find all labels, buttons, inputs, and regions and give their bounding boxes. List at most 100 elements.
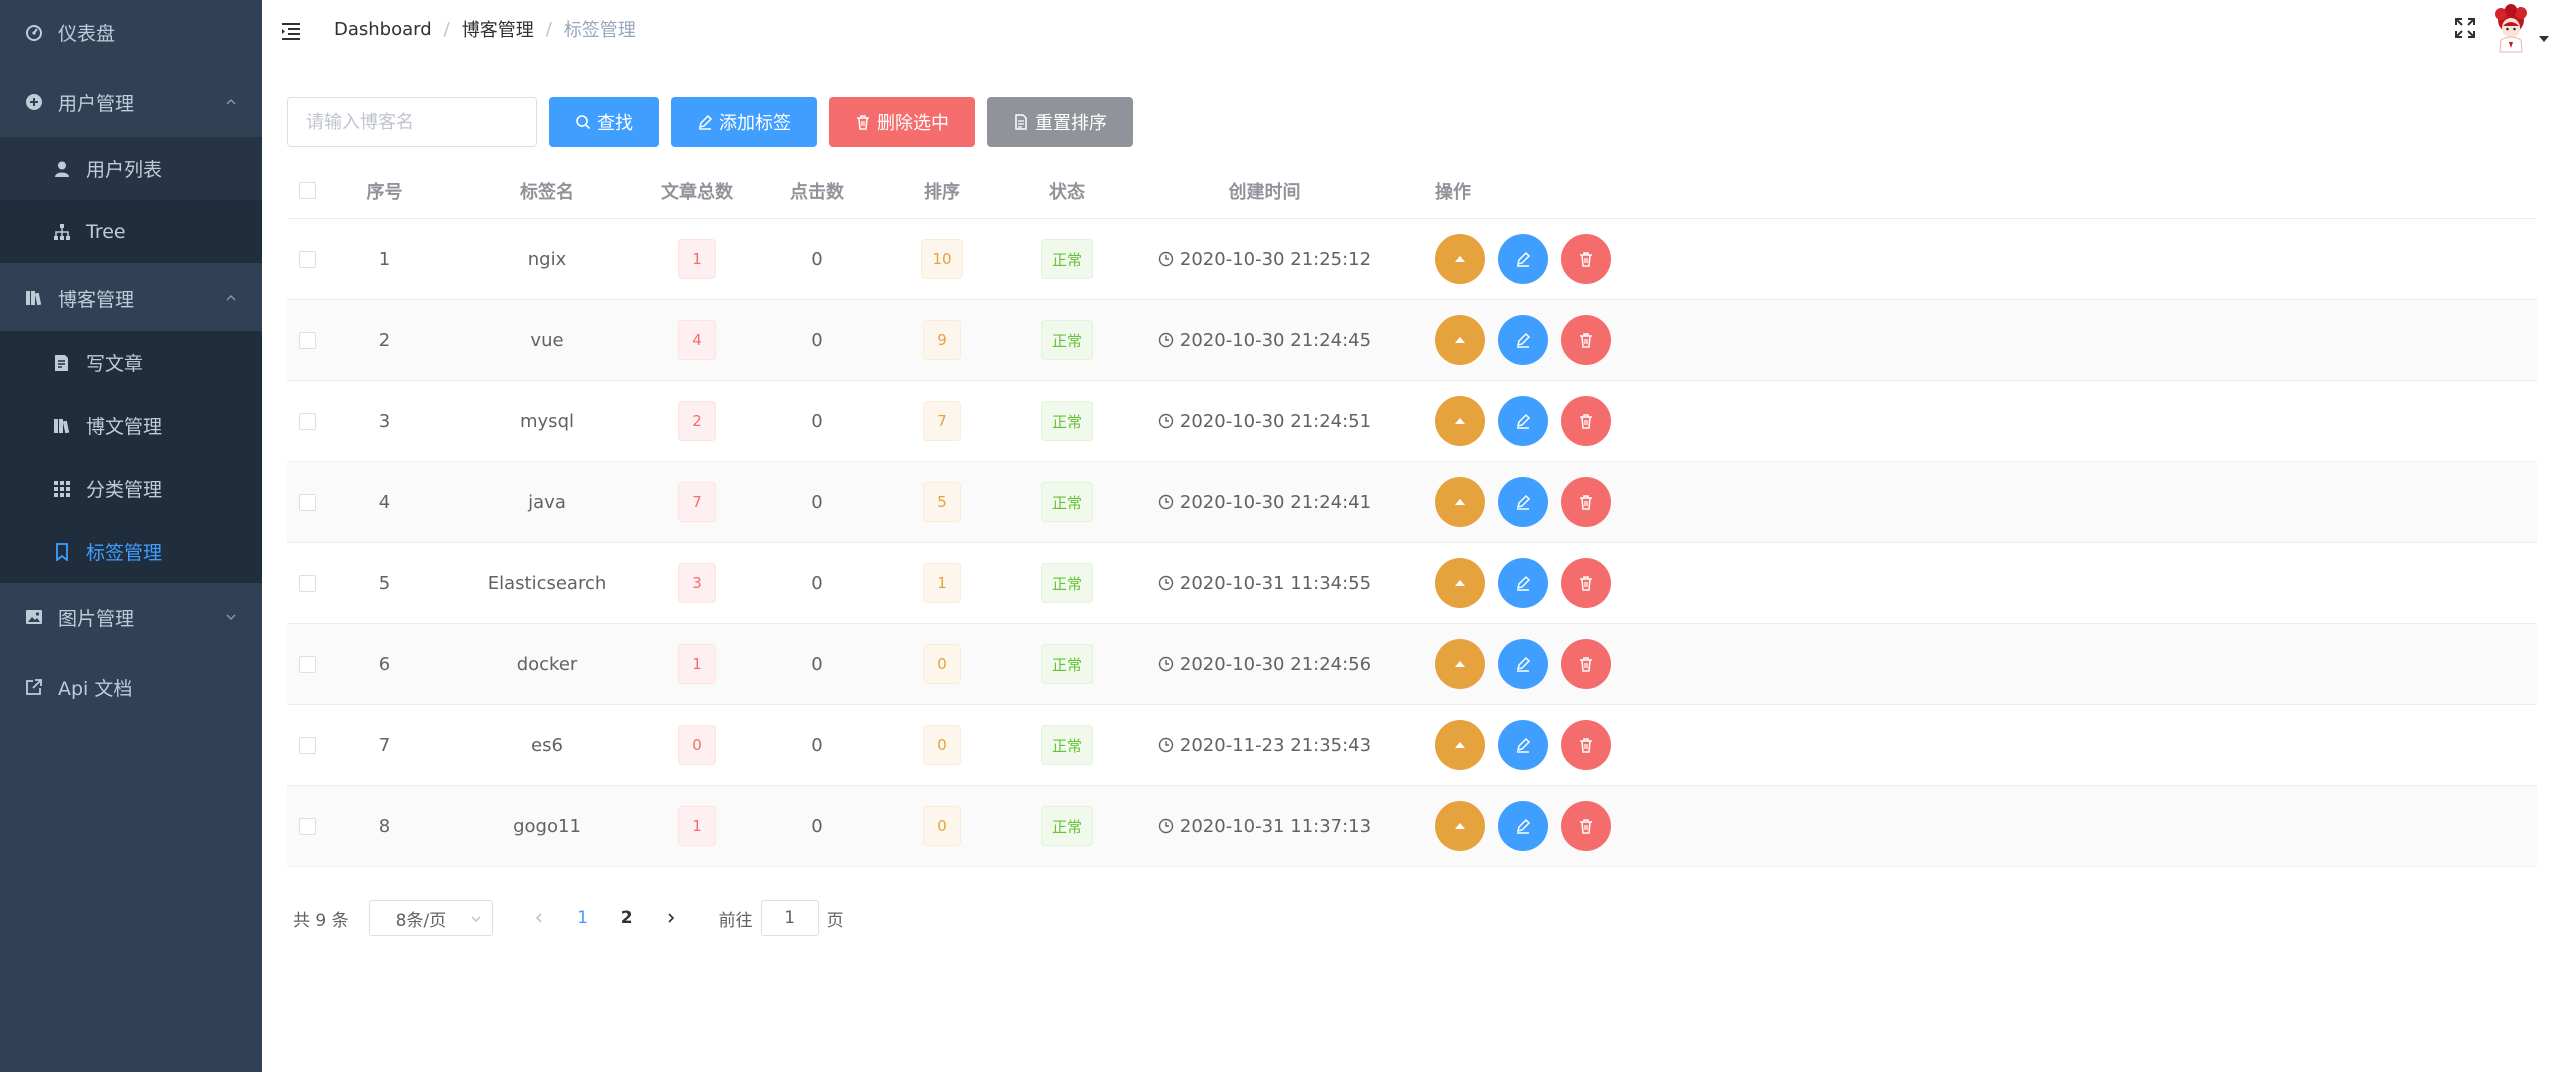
search-button[interactable]: 查找 — [549, 97, 659, 147]
avatar[interactable] — [2489, 4, 2533, 54]
sidebar-item-tree[interactable]: Tree — [0, 200, 262, 263]
sidebar-item-label: Api 文档 — [58, 677, 133, 700]
delete-button[interactable] — [1561, 639, 1611, 689]
caret-down-icon[interactable] — [2539, 36, 2549, 42]
table-row: 2 vue 4 0 9 正常 2020-10-30 21:24:45 — [287, 300, 2537, 381]
row-checkbox[interactable] — [298, 493, 316, 511]
clock-icon — [1158, 575, 1174, 591]
clock-icon — [1158, 251, 1174, 267]
edit-button[interactable] — [1498, 639, 1548, 689]
cell-click-count: 0 — [811, 248, 823, 270]
header-click-count: 点击数 — [790, 181, 844, 203]
delete-button[interactable] — [1561, 396, 1611, 446]
page-size-value: 8条/页 — [395, 910, 447, 931]
delete-button[interactable] — [1561, 477, 1611, 527]
table-row: 3 mysql 2 0 7 正常 2020-10-30 21:24:51 — [287, 381, 2537, 462]
delete-selected-button-label: 删除选中 — [877, 113, 949, 134]
move-up-button[interactable] — [1435, 558, 1485, 608]
clock-icon — [1158, 332, 1174, 348]
header-sort: 排序 — [924, 181, 960, 203]
sidebar-item-api-docs[interactable]: Api 文档 — [0, 655, 262, 719]
delete-button[interactable] — [1561, 720, 1611, 770]
page-2-button[interactable]: 2 — [607, 900, 647, 936]
edit-button[interactable] — [1498, 720, 1548, 770]
sidebar-item-dashboard[interactable]: 仪表盘 — [0, 0, 262, 64]
row-checkbox[interactable] — [298, 331, 316, 349]
trash-icon — [1580, 495, 1592, 510]
hamburger-icon[interactable] — [280, 20, 302, 42]
edit-button[interactable] — [1498, 234, 1548, 284]
select-all-checkbox[interactable] — [298, 182, 316, 199]
page-size-select[interactable]: 8条/页 — [368, 900, 493, 936]
delete-button[interactable] — [1561, 234, 1611, 284]
header-status: 状态 — [1049, 181, 1085, 203]
move-up-button[interactable] — [1435, 639, 1485, 689]
breadcrumb-dashboard[interactable]: Dashboard — [334, 19, 432, 40]
sidebar-item-label: Tree — [86, 220, 126, 243]
prev-page-button[interactable] — [519, 900, 559, 936]
delete-button[interactable] — [1561, 801, 1611, 851]
row-checkbox[interactable] — [298, 574, 316, 592]
goto-page-input[interactable] — [760, 900, 819, 936]
status-badge: 正常 — [1040, 644, 1093, 684]
edit-button[interactable] — [1498, 558, 1548, 608]
article-count-badge: 4 — [678, 320, 716, 360]
sidebar-item-category-management[interactable]: 分类管理 — [0, 457, 262, 520]
trash-icon — [1580, 819, 1592, 834]
edit-icon — [1516, 251, 1531, 267]
caret-up-icon — [1455, 256, 1465, 262]
cell-index: 6 — [378, 653, 391, 675]
sidebar-item-user-list[interactable]: 用户列表 — [0, 137, 262, 200]
sidebar-item-label: 博客管理 — [58, 288, 135, 311]
caret-up-icon — [1455, 742, 1465, 748]
delete-button[interactable] — [1561, 558, 1611, 608]
cell-tag-name: es6 — [531, 734, 563, 756]
move-up-button[interactable] — [1435, 396, 1485, 446]
row-checkbox[interactable] — [298, 250, 316, 268]
article-count-badge: 2 — [678, 401, 716, 441]
article-count-badge: 1 — [678, 806, 716, 846]
cell-index: 8 — [378, 815, 391, 837]
edit-button[interactable] — [1498, 801, 1548, 851]
caret-up-icon — [1455, 337, 1465, 343]
sidebar-item-tag-management[interactable]: 标签管理 — [0, 520, 262, 583]
move-up-button[interactable] — [1435, 315, 1485, 365]
sidebar-item-write-article[interactable]: 写文章 — [0, 331, 262, 394]
row-checkbox[interactable] — [298, 412, 316, 430]
delete-selected-button[interactable]: 删除选中 — [829, 97, 975, 147]
edit-button[interactable] — [1498, 396, 1548, 446]
reset-sort-button[interactable]: 重置排序 — [987, 97, 1133, 147]
page-1-button[interactable]: 1 — [563, 900, 603, 936]
cell-tag-name: ngix — [527, 248, 567, 270]
row-checkbox[interactable] — [298, 817, 316, 835]
header-index: 序号 — [366, 181, 403, 203]
next-page-button[interactable] — [651, 900, 691, 936]
chevron-left-icon — [535, 913, 542, 923]
clock-icon — [1158, 494, 1174, 510]
sidebar-item-blog-management[interactable]: 博客管理 — [0, 266, 262, 330]
edit-button[interactable] — [1498, 315, 1548, 365]
add-tag-button[interactable]: 添加标签 — [671, 97, 817, 147]
delete-button[interactable] — [1561, 315, 1611, 365]
move-up-button[interactable] — [1435, 477, 1485, 527]
fullscreen-icon[interactable] — [2453, 16, 2477, 40]
edit-icon — [1516, 413, 1531, 429]
cell-created-time: 2020-10-30 21:24:41 — [1179, 491, 1372, 513]
move-up-button[interactable] — [1435, 801, 1485, 851]
sort-badge: 0 — [923, 806, 961, 846]
row-checkbox[interactable] — [298, 655, 316, 673]
sort-badge: 5 — [923, 482, 961, 522]
sidebar-item-image-management[interactable]: 图片管理 — [0, 585, 262, 649]
status-badge: 正常 — [1040, 806, 1093, 846]
edit-button[interactable] — [1498, 477, 1548, 527]
breadcrumb-blog-management[interactable]: 博客管理 — [462, 16, 534, 42]
row-checkbox[interactable] — [298, 736, 316, 754]
move-up-button[interactable] — [1435, 720, 1485, 770]
article-count-badge: 3 — [678, 563, 716, 603]
blog-name-search-input[interactable] — [287, 97, 537, 147]
bookmark-icon — [52, 542, 72, 562]
move-up-button[interactable] — [1435, 234, 1485, 284]
sidebar-item-user-management[interactable]: 用户管理 — [0, 70, 262, 134]
sidebar-item-post-management[interactable]: 博文管理 — [0, 394, 262, 457]
clock-icon — [1158, 737, 1174, 753]
